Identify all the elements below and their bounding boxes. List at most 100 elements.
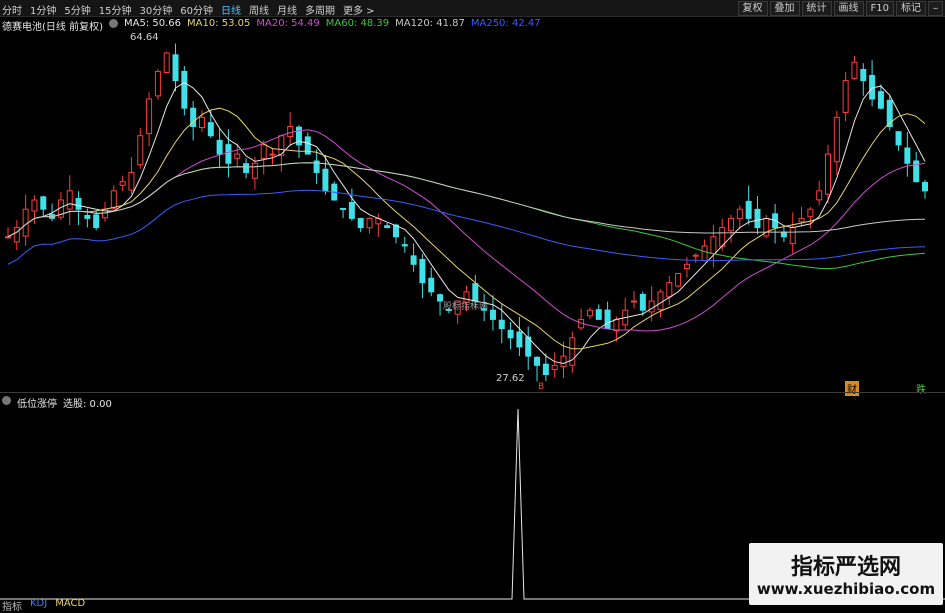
candle-body (489, 309, 496, 320)
candle-body (40, 196, 47, 210)
candle-body (366, 217, 373, 229)
ma-value-2: MA20: 54.49 (256, 18, 320, 29)
site-watermark: 指标严选网 www.xuezhibiao.com (749, 543, 943, 605)
finance-tag[interactable]: 财 (845, 381, 859, 396)
ma-info-bar: 德赛电池(日线 前复权) MA5: 50.66 MA10: 53.05 MA20: … (2, 18, 541, 33)
candle-body (798, 217, 805, 223)
candle-body (639, 293, 646, 311)
candle-body (736, 208, 743, 220)
ma-value-5: MA250: 42.47 (470, 18, 541, 29)
candle-body (198, 116, 205, 129)
candle-body (648, 300, 655, 313)
candle-body (542, 363, 549, 376)
toolbar-button-1[interactable]: 叠加 (769, 1, 800, 16)
buy-signal-tag[interactable]: B (538, 382, 544, 392)
candle-body (269, 153, 276, 156)
candle-body (75, 197, 82, 210)
candle-body (172, 54, 179, 82)
ma-value-3: MA60: 48.39 (325, 18, 390, 29)
candle-body (745, 200, 752, 219)
candle-body (728, 217, 735, 232)
jump-tag[interactable]: 跌 (916, 381, 926, 396)
bottom-tab-2[interactable]: MACD (55, 598, 85, 613)
bottom-tab-1[interactable]: KDJ (30, 598, 47, 613)
ma-value-list: MA5: 50.66 MA10: 53.05 MA20: 54.49 MA60: 48… (124, 18, 541, 30)
candle-body (260, 144, 267, 159)
candle-body (710, 236, 717, 254)
candle-body (13, 227, 20, 243)
candle-body (825, 153, 832, 195)
chart-watermark-text: 股标指标网 (443, 302, 489, 312)
candle-body (631, 300, 638, 303)
period-tab-4[interactable]: 30分钟 (139, 2, 172, 17)
candle-body (551, 364, 558, 370)
period-tab-6[interactable]: 日线 (221, 2, 241, 17)
candlestick-chart[interactable] (0, 30, 945, 418)
candle-body (234, 153, 241, 159)
settings-circle-icon[interactable] (108, 19, 118, 28)
candle-body (137, 135, 144, 166)
candle-body (251, 162, 258, 179)
candle-body (419, 258, 426, 284)
candle-body (895, 131, 902, 146)
candle-body (701, 245, 708, 262)
candle-body (516, 331, 523, 348)
candle-body (5, 236, 11, 239)
period-tab-1[interactable]: 1分钟 (30, 2, 56, 17)
period-tab-10[interactable]: 更多 > (343, 2, 375, 17)
period-tab-9[interactable]: 多周期 (305, 2, 335, 17)
candle-body (66, 190, 73, 210)
indicator-circle-icon[interactable] (2, 396, 11, 405)
candle-body (225, 144, 232, 164)
ma250-line (7, 189, 926, 265)
candle-body (507, 329, 514, 339)
candle-body (789, 227, 796, 245)
candle-body (22, 208, 29, 237)
candle-body (534, 356, 541, 366)
period-tab-5[interactable]: 60分钟 (180, 2, 213, 17)
high-price-label: 64.64 (130, 32, 159, 43)
bottom-tab-0[interactable]: 指标 (2, 598, 22, 613)
candle-body (860, 68, 867, 82)
period-tab-8[interactable]: 月线 (277, 2, 297, 17)
candle-body (904, 147, 911, 164)
candle-body (84, 214, 91, 219)
ma-value-4: MA120: 41.87 (395, 18, 465, 29)
candle-body (657, 291, 664, 310)
period-tab-0[interactable]: 分时 (2, 2, 22, 17)
candle-body (586, 309, 593, 317)
toolbar-button-5[interactable]: 标记 (896, 1, 926, 16)
candle-body (437, 294, 444, 302)
candle-body (216, 139, 223, 155)
period-toolbar: 分时 1分钟 5分钟 15分钟 30分钟 60分钟 日线 周线 月线 多周期 更多 > 复权 叠加 统计… (0, 0, 945, 17)
period-tab-2[interactable]: 5分钟 (64, 2, 90, 17)
bottom-indicator-tabs: 指标 KDJ MACD (2, 598, 85, 613)
candle-body (569, 337, 576, 366)
candle-body (428, 277, 435, 293)
candle-body (207, 122, 214, 137)
candle-body (128, 171, 135, 191)
ma60-line (7, 162, 926, 270)
toolbar-button-3[interactable]: 画线 (833, 1, 864, 16)
candle-body (692, 254, 699, 257)
toolbar-right-buttons: 复权 叠加 统计 画线 F10 标记 – (737, 1, 943, 16)
period-tab-7[interactable]: 周线 (249, 2, 269, 17)
toolbar-button-0[interactable]: 复权 (737, 1, 768, 16)
ma-value-1: MA10: 53.05 (187, 18, 251, 29)
toolbar-button-2[interactable]: 统计 (801, 1, 832, 16)
candle-body (287, 126, 294, 138)
period-tab-3[interactable]: 15分钟 (99, 2, 132, 17)
candle-body (340, 207, 347, 210)
candle-body (110, 190, 117, 209)
candle-body (842, 80, 849, 113)
candle-body (595, 309, 602, 320)
watermark-title: 指标严选网 (790, 555, 901, 580)
candle-body (163, 52, 170, 73)
toolbar-button-4[interactable]: F10 (865, 1, 894, 16)
candle-body (31, 199, 38, 212)
panel-divider[interactable] (0, 392, 945, 393)
toolbar-button-6[interactable]: – (928, 1, 943, 16)
candle-body (833, 116, 840, 163)
candle-body (683, 263, 690, 270)
candle-body (410, 255, 417, 265)
